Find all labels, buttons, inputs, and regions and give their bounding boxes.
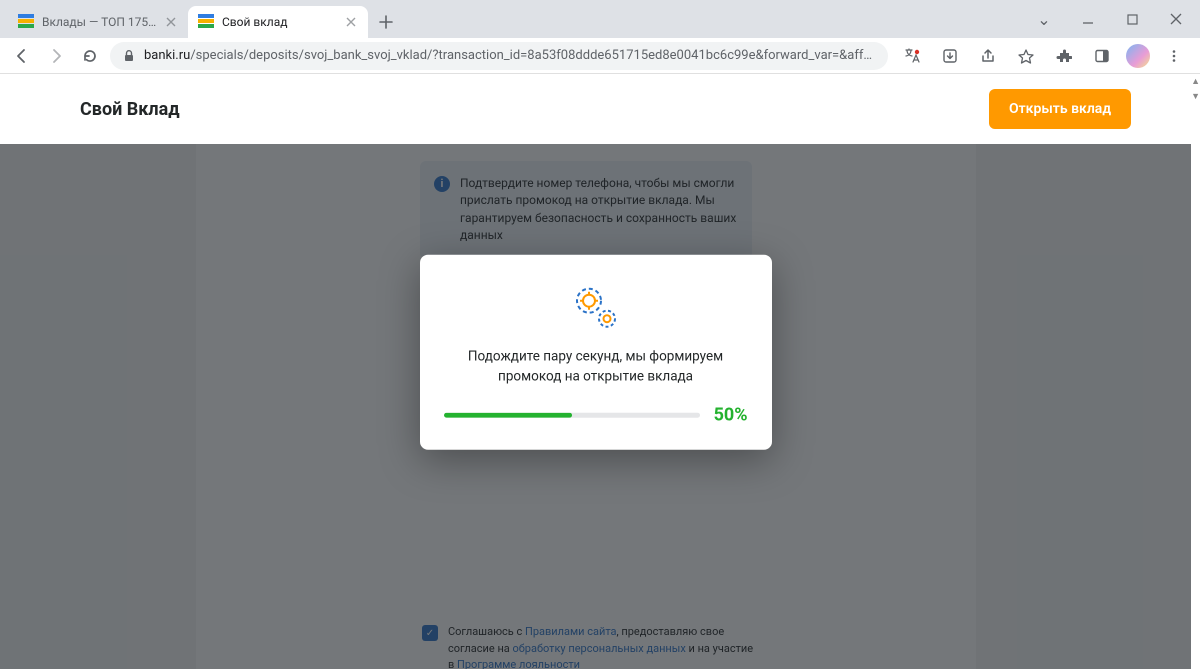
toolbar-actions bbox=[894, 42, 1192, 70]
forward-button[interactable] bbox=[42, 42, 70, 70]
translate-icon[interactable] bbox=[898, 42, 926, 70]
tab-favicon bbox=[18, 14, 34, 30]
tab-strip: Вклады — ТОП 175 банков с де Свой вклад bbox=[0, 0, 1022, 38]
tab-0[interactable]: Вклады — ТОП 175 банков с де bbox=[8, 6, 188, 38]
lock-icon bbox=[122, 49, 136, 63]
maximize-button[interactable] bbox=[1110, 4, 1154, 34]
page-content: Свой Вклад Открыть вклад i Подтвердите н… bbox=[0, 74, 1191, 669]
tab-favicon bbox=[198, 14, 214, 30]
install-icon[interactable] bbox=[936, 42, 964, 70]
open-deposit-button[interactable]: Открыть вклад bbox=[989, 89, 1131, 129]
loading-modal: Подождите пару секунд, мы формируем пром… bbox=[420, 254, 772, 450]
menu-icon[interactable] bbox=[1160, 42, 1188, 70]
share-icon[interactable] bbox=[974, 42, 1002, 70]
site-header: Свой Вклад Открыть вклад bbox=[0, 74, 1191, 144]
progress-bar bbox=[444, 413, 700, 418]
browser-toolbar: banki.ru/specials/deposits/svoj_bank_svo… bbox=[0, 38, 1200, 74]
tab-1[interactable]: Свой вклад bbox=[188, 6, 368, 38]
modal-message: Подождите пару секунд, мы формируем пром… bbox=[444, 346, 748, 387]
page-title: Свой Вклад bbox=[80, 99, 180, 120]
chevron-down-icon[interactable]: ⌄ bbox=[1022, 4, 1066, 34]
tab-title: Вклады — ТОП 175 банков с де bbox=[42, 15, 158, 29]
address-bar[interactable]: banki.ru/specials/deposits/svoj_bank_svo… bbox=[110, 42, 888, 70]
tab-title: Свой вклад bbox=[222, 15, 338, 29]
page-viewport: Свой Вклад Открыть вклад i Подтвердите н… bbox=[0, 74, 1200, 669]
back-button[interactable] bbox=[8, 42, 36, 70]
url-text: banki.ru/specials/deposits/svoj_bank_svo… bbox=[144, 48, 876, 63]
scroll-down-icon[interactable]: ▼ bbox=[1191, 89, 1200, 104]
window-controls: ⌄ bbox=[1022, 0, 1200, 38]
reload-button[interactable] bbox=[76, 42, 104, 70]
vertical-scrollbar[interactable]: ▲ ▼ bbox=[1191, 74, 1200, 669]
close-icon[interactable] bbox=[164, 15, 178, 29]
profile-avatar[interactable] bbox=[1126, 44, 1150, 68]
sidepanel-icon[interactable] bbox=[1088, 42, 1116, 70]
gears-icon bbox=[444, 280, 748, 332]
progress-row: 50% bbox=[444, 405, 748, 426]
extensions-icon[interactable] bbox=[1050, 42, 1078, 70]
window-close-button[interactable] bbox=[1154, 4, 1198, 34]
bookmark-icon[interactable] bbox=[1012, 42, 1040, 70]
progress-fill bbox=[444, 413, 572, 418]
minimize-button[interactable] bbox=[1066, 4, 1110, 34]
progress-percent: 50% bbox=[714, 405, 748, 426]
new-tab-button[interactable] bbox=[372, 8, 400, 36]
scroll-up-icon[interactable]: ▲ bbox=[1191, 74, 1200, 89]
browser-titlebar: Вклады — ТОП 175 банков с де Свой вклад … bbox=[0, 0, 1200, 38]
close-icon[interactable] bbox=[344, 15, 358, 29]
